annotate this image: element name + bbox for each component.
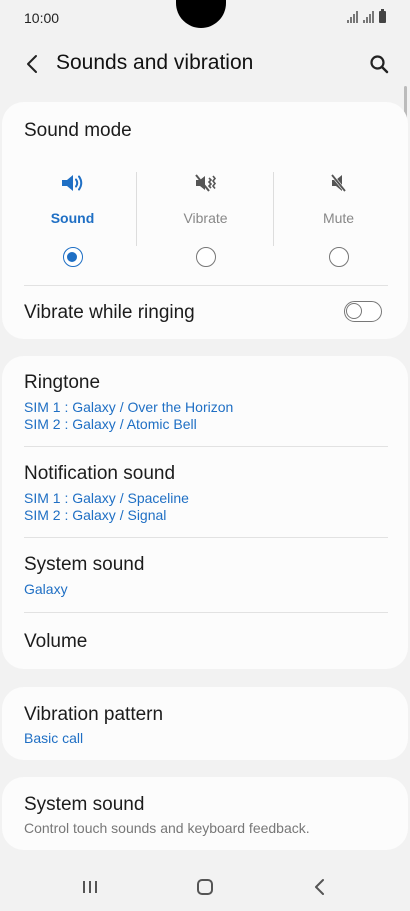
app-bar: Sounds and vibration [0, 40, 410, 88]
notification-sound-item[interactable]: Notification sound SIM 1 : Galaxy / Spac… [2, 447, 408, 537]
mute-mode-label: Mute [322, 210, 355, 226]
sound-mode-mute[interactable]: Mute [272, 170, 405, 270]
divider [24, 285, 388, 286]
vibrate-icon [194, 174, 216, 192]
vibration-pattern-title: Vibration pattern [24, 704, 164, 725]
mute-icon [330, 174, 346, 192]
vibration-pattern-item[interactable]: Vibration pattern Basic call [2, 687, 408, 760]
nav-back-icon [315, 879, 324, 895]
notification-sound-sim1: SIM 1 : Galaxy / Spaceline [24, 490, 189, 506]
ringtone-title: Ringtone [24, 372, 101, 393]
camera-notch [176, 0, 226, 28]
sound-mode-label: Sound [50, 210, 95, 226]
signal-sim1-icon [347, 11, 358, 23]
battery-icon [379, 9, 386, 23]
sound-mode-card: Sound mode Sound Vibrate Mute Vibrate wh… [2, 102, 408, 339]
ringtone-sim2: SIM 2 : Galaxy / Atomic Bell [24, 416, 197, 432]
system-sound-title: System sound [24, 554, 145, 575]
status-time: 10:00 [24, 10, 60, 26]
back-arrow-icon [27, 55, 37, 73]
sound-mode-title: Sound mode [24, 120, 132, 141]
sound-mode-vibrate[interactable]: Vibrate [139, 170, 272, 270]
home-icon [197, 879, 213, 895]
vibrate-while-ringing-label: Vibrate while ringing [24, 302, 195, 323]
system-sound-item[interactable]: System sound Galaxy [2, 538, 408, 612]
system-sound-value: Galaxy [24, 581, 68, 597]
navigation-bar [0, 862, 410, 911]
vibrate-while-ringing-toggle[interactable] [344, 301, 382, 322]
signal-sim2-icon [363, 11, 374, 23]
status-icons [347, 9, 386, 23]
notification-sound-sim2: SIM 2 : Galaxy / Signal [24, 507, 167, 523]
sound-mode-sound[interactable]: Sound [6, 170, 139, 270]
divider [136, 172, 137, 246]
vibration-pattern-value: Basic call [24, 730, 84, 746]
volume-item[interactable]: Volume [2, 613, 408, 669]
sound-radio[interactable] [62, 247, 83, 267]
recents-button[interactable] [75, 874, 105, 900]
volume-title: Volume [24, 631, 88, 652]
system-sound-control-item[interactable]: System sound Control touch sounds and ke… [2, 777, 408, 850]
back-button[interactable] [18, 49, 48, 79]
search-button[interactable] [364, 49, 394, 79]
system-sound-control-description: Control touch sounds and keyboard feedba… [24, 820, 310, 836]
recents-icon [83, 881, 97, 893]
page-title: Sounds and vibration [56, 51, 254, 74]
sounds-card: Ringtone SIM 1 : Galaxy / Over the Horiz… [2, 356, 408, 669]
ringtone-sim1: SIM 1 : Galaxy / Over the Horizon [24, 399, 234, 415]
ringtone-item[interactable]: Ringtone SIM 1 : Galaxy / Over the Horiz… [2, 356, 408, 446]
home-button[interactable] [190, 874, 220, 900]
search-icon [370, 55, 389, 74]
nav-back-button[interactable] [305, 874, 335, 900]
speaker-icon [61, 175, 82, 191]
notification-sound-title: Notification sound [24, 463, 176, 484]
system-sound-control-title: System sound [24, 794, 145, 815]
toggle-knob [346, 303, 362, 319]
vibrate-mode-label: Vibrate [183, 210, 228, 226]
vibrate-radio[interactable] [195, 247, 216, 267]
status-bar: 10:00 [0, 0, 410, 36]
mute-radio[interactable] [328, 247, 349, 267]
